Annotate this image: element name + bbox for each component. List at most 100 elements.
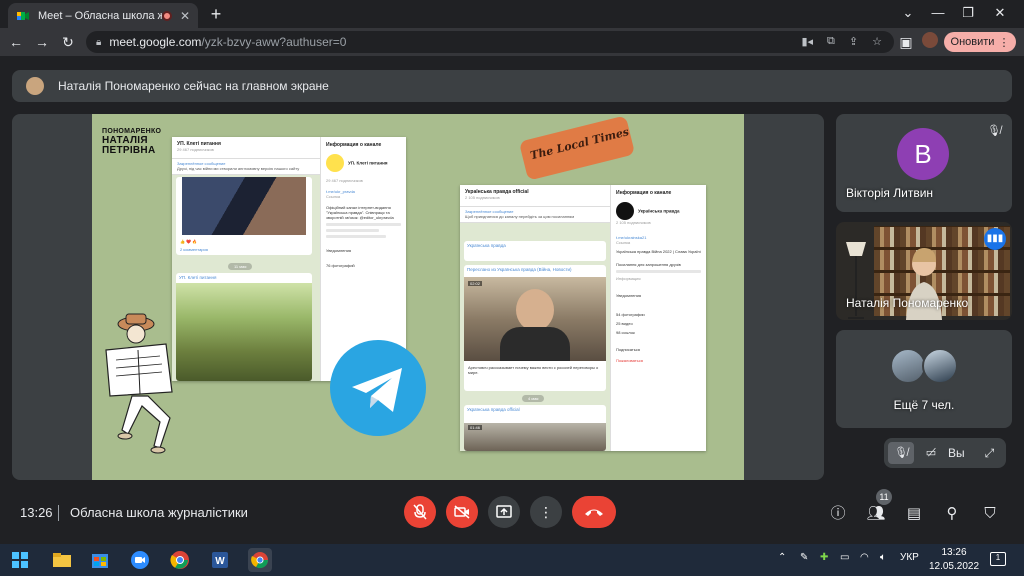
divider bbox=[58, 505, 59, 521]
channel-subscribers-2: 2 105 подписчиков bbox=[616, 220, 651, 225]
notifications-label: Уведомления bbox=[326, 248, 352, 253]
people-icon[interactable]: 👥︎ bbox=[864, 502, 888, 526]
browser-tab-strip: Meet – Обласна школа журналістики ✕ + ⌄ … bbox=[0, 0, 1024, 28]
system-time: 13:26 bbox=[941, 547, 967, 558]
bookmark-star-icon[interactable]: ☆ bbox=[872, 35, 882, 48]
camera-toggle-button[interactable] bbox=[446, 496, 478, 528]
reading-man-illustration bbox=[105, 313, 173, 454]
expand-icon[interactable]: ⤢ bbox=[985, 446, 995, 461]
pinned-text: Друзі, під час війни ми створили англомо… bbox=[177, 166, 300, 171]
post-image-message: 👍 ❤️ 🔥 2 комментария bbox=[176, 177, 312, 255]
store-icon[interactable] bbox=[88, 548, 112, 572]
activities-icon[interactable]: ⚲ bbox=[940, 502, 964, 526]
share-icon[interactable]: ⇪ bbox=[849, 35, 858, 48]
sidebar-icon[interactable]: ▣ bbox=[896, 32, 916, 52]
back-arrow-icon[interactable]: ← bbox=[6, 32, 26, 52]
profile-avatar[interactable] bbox=[922, 32, 938, 48]
update-button[interactable]: Оновити ⋮ bbox=[944, 32, 1016, 52]
post-channel-2: Українська правда official bbox=[467, 407, 520, 412]
presenter-banner: Наталія Пономаренко сейчас на главном эк… bbox=[12, 70, 1012, 102]
minimize-button[interactable]: — bbox=[928, 4, 948, 22]
meeting-info-icon[interactable]: ⓘ bbox=[826, 502, 850, 526]
windows-taskbar: W ⌃ ✎ ✚ ▭ ◠ 🔈︎ УКР 13:26 12.05.2022 1 bbox=[0, 544, 1024, 576]
post-park-message: УП. Клеті питання bbox=[176, 273, 312, 381]
chat-pane-2: Українська правда official 2 105 подписч… bbox=[460, 185, 610, 451]
word-icon[interactable]: W bbox=[208, 548, 232, 572]
self-label: Вы bbox=[948, 446, 965, 460]
presenter-text: Наталія Пономаренко сейчас на главном эк… bbox=[58, 79, 329, 93]
recording-indicator-icon bbox=[161, 10, 172, 21]
video-thumbnail: 02:02 bbox=[464, 277, 606, 361]
keyboard-language[interactable]: УКР bbox=[900, 552, 919, 563]
chat-header-2: Українська правда official 2 105 подписч… bbox=[460, 185, 610, 207]
more-participants-label: Ещё 7 чел. bbox=[893, 398, 955, 412]
channel-name-2: Українська правда bbox=[638, 208, 680, 214]
svg-text:W: W bbox=[215, 556, 225, 567]
participant-mini-avatar bbox=[922, 348, 958, 384]
zoom-icon[interactable] bbox=[128, 548, 152, 572]
pinned-message-2: Закреплённое сообщение Щоб приєднатися д… bbox=[460, 207, 610, 223]
more-options-button[interactable]: ⋮ bbox=[530, 496, 562, 528]
tray-chevron-up-icon[interactable]: ⌃ bbox=[778, 552, 786, 563]
file-explorer-icon[interactable] bbox=[50, 548, 74, 572]
video-message-2: Українська правда official 01:46 bbox=[464, 405, 606, 451]
forward-arrow-icon[interactable]: → bbox=[32, 32, 52, 52]
address-bar[interactable]: 🔒︎ meet.google.com/yzk-bzvy-aww?authuser… bbox=[86, 31, 894, 53]
video-duration-2: 01:46 bbox=[468, 425, 483, 430]
photos-count: 76 фотографий bbox=[326, 263, 355, 268]
browser-tab-title: Meet – Обласна школа журналістики bbox=[38, 9, 162, 22]
tray-pen-icon[interactable]: ✎ bbox=[800, 552, 808, 563]
chevron-down-icon[interactable]: ⌄ bbox=[898, 4, 918, 22]
browser-tab-meet[interactable]: Meet – Обласна школа журналістики ✕ bbox=[8, 3, 198, 28]
chrome-active-icon[interactable] bbox=[248, 548, 272, 572]
participant-tile-viktoria[interactable]: 🎙︎̸ В Вікторія Литвин bbox=[836, 114, 1012, 212]
participant-tile-nataliia[interactable]: ▮▮▮ Наталія Пономаренко bbox=[836, 222, 1012, 320]
camera-icon[interactable]: ▮◂ bbox=[801, 35, 813, 48]
presentation-stage[interactable]: ПОНОМАРЕНКО НАТАЛІЯ ПЕТРІВНА УП. Клеті п… bbox=[12, 114, 824, 480]
browser-toolbar: ← → ↻ 🔒︎ meet.google.com/yzk-bzvy-aww?au… bbox=[0, 28, 1024, 56]
subscribe-action: Подписаться bbox=[616, 347, 640, 352]
leave-call-button[interactable] bbox=[572, 496, 616, 528]
post-channel-name: УП. Клеті питання bbox=[179, 275, 217, 280]
presenter-logo: ПОНОМАРЕНКО НАТАЛІЯ ПЕТРІВНА bbox=[102, 128, 161, 156]
photo-park bbox=[176, 283, 312, 381]
shared-screen: ПОНОМАРЕНКО НАТАЛІЯ ПЕТРІВНА УП. Клеті п… bbox=[92, 114, 744, 480]
pinned-text-2: Щоб приєднатися до каналу перейдіть за ц… bbox=[465, 214, 575, 219]
present-screen-button[interactable] bbox=[488, 496, 520, 528]
close-window-button[interactable]: ✕ bbox=[990, 4, 1010, 22]
reload-icon[interactable]: ↻ bbox=[58, 32, 78, 52]
tray-app-icon[interactable]: ✚ bbox=[820, 552, 828, 563]
channel-about: Офіційний канал інтернет-видання "Україн… bbox=[326, 205, 394, 220]
meeting-controls-bar: 13:26 Обласна школа журналістики ⋮ ⓘ 👥︎ … bbox=[0, 488, 1024, 544]
new-tab-button[interactable]: + bbox=[206, 4, 226, 24]
microphone-toggle-button[interactable] bbox=[404, 496, 436, 528]
host-controls-icon[interactable]: ⛉ bbox=[978, 502, 1002, 526]
reply-channel: Українська правда bbox=[467, 243, 506, 248]
maximize-button[interactable]: ❐ bbox=[958, 4, 978, 22]
volume-icon[interactable]: 🔈︎ bbox=[880, 552, 886, 563]
self-camera-off-icon[interactable]: ▭̸ bbox=[918, 442, 944, 464]
newspaper-illustration: The Local Times bbox=[518, 115, 636, 181]
info-title-2: Информация о канале bbox=[616, 190, 672, 196]
channel-avatar-2 bbox=[616, 202, 634, 220]
windows-start-icon[interactable] bbox=[8, 548, 32, 572]
self-mic-off-icon[interactable]: 🎙︎̸ bbox=[888, 442, 914, 464]
close-tab-icon[interactable]: ✕ bbox=[180, 9, 190, 23]
comments-link: 2 комментария bbox=[180, 247, 208, 252]
participant-mini-avatar bbox=[890, 348, 926, 384]
participant-name: Вікторія Литвин bbox=[846, 186, 934, 200]
speaking-indicator-icon: ▮▮▮ bbox=[984, 228, 1006, 250]
channel-avatar bbox=[326, 154, 344, 172]
chrome-icon[interactable] bbox=[168, 548, 192, 572]
battery-icon[interactable]: ▭ bbox=[840, 552, 849, 563]
participant-name: Наталія Пономаренко bbox=[846, 296, 969, 310]
chat-subtitle: 29 467 подписчиков bbox=[177, 147, 214, 152]
wifi-icon[interactable]: ◠ bbox=[860, 552, 869, 563]
translate-icon[interactable]: ⧉ bbox=[827, 35, 835, 48]
newspaper-title: The Local Times bbox=[528, 125, 631, 163]
notifications-icon[interactable]: 1 bbox=[990, 552, 1006, 566]
more-participants-tile[interactable]: Ещё 7 чел. bbox=[836, 330, 1012, 428]
chat-icon[interactable]: ▤ bbox=[902, 502, 926, 526]
more-vert-icon: ⋮ bbox=[998, 36, 1010, 49]
system-clock[interactable]: 13:26 12.05.2022 bbox=[928, 546, 980, 574]
